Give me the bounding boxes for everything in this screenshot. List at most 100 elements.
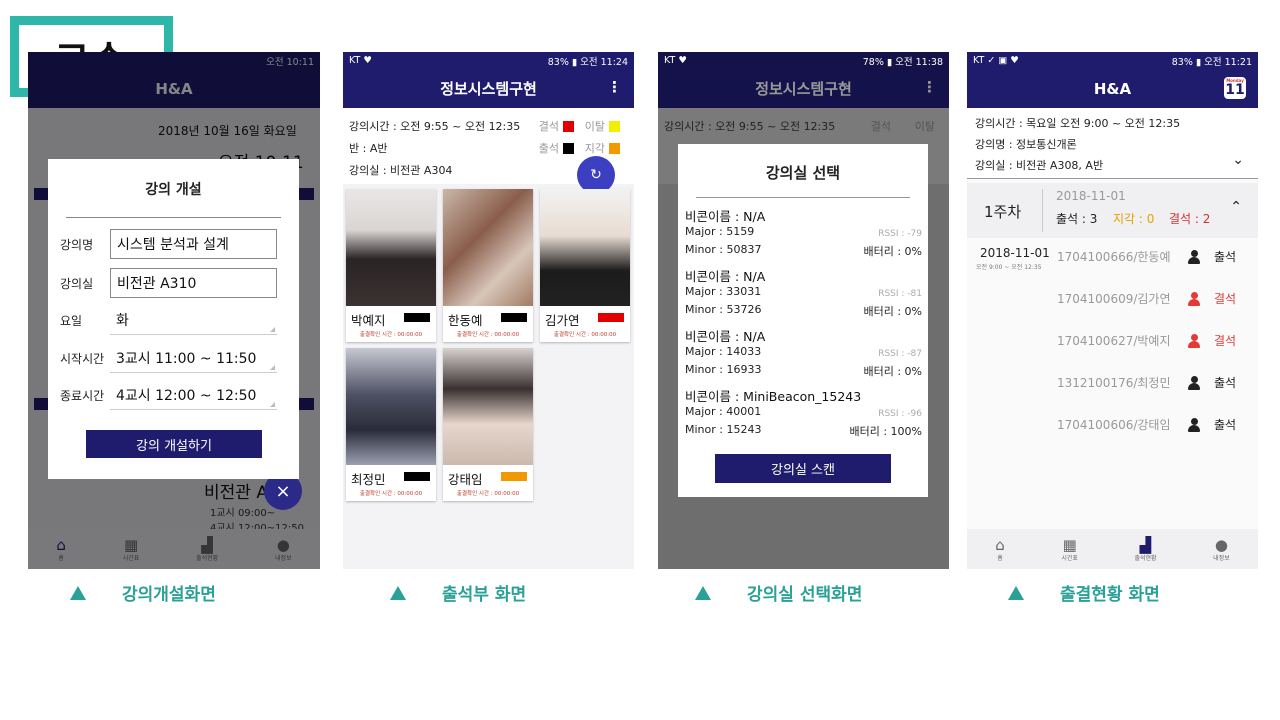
record-row[interactable]: 1704100627/박예지 결석 <box>967 332 1258 362</box>
status-flag-icon <box>404 313 436 322</box>
field-label: 시작시간 <box>60 351 105 366</box>
triangle-icon <box>390 585 406 600</box>
student-card[interactable]: 최정민 출결확인 시간 : 00:00:00 <box>346 348 436 501</box>
caption-3: 강의실 선택화면 <box>695 580 862 605</box>
week-label: 1주차 <box>984 203 1022 221</box>
beacon-item[interactable]: 비콘이름 : N/A Major : 5159 RSSI : -79 Minor… <box>685 206 922 262</box>
late-count: 지각 : 0 <box>1113 212 1155 226</box>
app-bar: 정보시스템구현 ⋮ <box>658 69 949 108</box>
nav-attendance[interactable]: ▟ 출석현황 <box>1135 537 1157 562</box>
record-row[interactable]: 1704100609/김가연 결석 <box>967 290 1258 320</box>
carrier: KT ♥ <box>664 55 687 66</box>
caption-4: 출결현황 화면 <box>1008 580 1160 605</box>
absent-count: 결석 : 2 <box>1169 212 1211 226</box>
lecture-info: 강의시간 : 목요일 오전 9:00 ~ 오전 12:35 강의명 : 정보통신… <box>967 108 1258 179</box>
nav-profile[interactable]: ● 내정보 <box>1213 537 1230 562</box>
student-photo <box>346 189 436 306</box>
person-icon <box>1188 334 1200 348</box>
class-name: 반 : A반 <box>349 142 388 155</box>
end-time-row: 종료시간 4교시 12:00 ~ 12:50 <box>60 380 277 410</box>
course-room-input[interactable]: 비전관 A310 <box>110 268 277 298</box>
dropdown-caret-icon <box>270 327 275 332</box>
close-icon: × <box>275 480 291 502</box>
check-time: 출결확인 시간 : 00:00:00 <box>359 491 423 497</box>
dialog-title: 강의실 선택 <box>765 164 841 182</box>
status-bar: KT ♥ 83% ▮ 오전 11:24 <box>343 52 634 69</box>
status-info: 78% ▮ 오전 11:38 <box>862 56 943 68</box>
divider <box>1042 189 1043 232</box>
room-name: 강의실 : 비전관 A304 <box>349 164 453 177</box>
legend-leave: 이탈 <box>585 118 620 134</box>
start-time-select[interactable]: 3교시 11:00 ~ 11:50 <box>110 343 277 373</box>
chevron-down-icon[interactable]: ⌄ <box>1232 152 1244 168</box>
dialog-title: 강의 개설 <box>145 182 202 198</box>
week-date: 2018-11-01 <box>1056 189 1126 203</box>
triangle-icon <box>695 585 711 600</box>
course-room-row: 강의실 비전관 A310 <box>60 268 277 298</box>
student-photo <box>346 348 436 465</box>
room-scan-button[interactable]: 강의실 스캔 <box>715 454 891 483</box>
home-icon: ⌂ <box>995 535 1005 554</box>
person-icon <box>1188 418 1200 432</box>
day-select[interactable]: 화 <box>110 305 277 335</box>
divider <box>66 217 281 218</box>
carrier: KT ♥ <box>349 55 372 66</box>
student-card[interactable]: 김가연 출결확인 시간 : 00:00:00 <box>540 189 630 342</box>
more-menu-icon[interactable]: ⋮ <box>922 78 937 96</box>
lecture-time: 강의시간 : 오전 9:55 ~ 오전 12:35 <box>349 120 521 133</box>
screen-attendance-book: KT ♥ 83% ▮ 오전 11:24 정보시스템구현 ⋮ 강의시간 : 오전 … <box>343 52 634 569</box>
student-photo <box>443 189 533 306</box>
nav-timetable[interactable]: ▦ 시간표 <box>1061 537 1078 562</box>
status-flag-icon <box>501 472 533 481</box>
screen-attendance-status: KT ✓ ▣ ♥ 83% ▮ 오전 11:21 H&A Monday 11 강의… <box>967 52 1258 569</box>
room-select-dialog: 강의실 선택 비콘이름 : N/A Major : 5159 RSSI : -7… <box>678 144 928 497</box>
record-row[interactable]: 1312100176/최정민 출석 <box>967 374 1258 404</box>
nav-home[interactable]: ⌂ 홈 <box>995 537 1005 562</box>
record-row[interactable]: 1704100666/한동예 출석 <box>967 248 1258 278</box>
app-title: H&A <box>1093 79 1132 98</box>
person-icon: ● <box>1214 535 1228 554</box>
app-bar: 정보시스템구현 ⋮ <box>343 69 634 108</box>
day-row: 요일 화 <box>60 305 277 335</box>
end-time-select[interactable]: 4교시 12:00 ~ 12:50 <box>110 380 277 410</box>
more-menu-icon[interactable]: ⋮ <box>607 78 622 96</box>
screen-course-creation: 오전 10:11 H&A 2018년 10월 16일 화요일 오전 10:11 … <box>28 52 320 569</box>
student-card[interactable]: 박예지 출결확인 시간 : 00:00:00 <box>346 189 436 342</box>
beacon-item[interactable]: 비콘이름 : MiniBeacon_15243 Major : 40001 RS… <box>685 386 922 442</box>
record-row[interactable]: 1704100606/강태임 출석 <box>967 416 1258 446</box>
student-card[interactable]: 한동예 출결확인 시간 : 00:00:00 <box>443 189 533 342</box>
calendar-icon: ▦ <box>1062 535 1077 554</box>
beacon-item[interactable]: 비콘이름 : N/A Major : 14033 RSSI : -87 Mino… <box>685 326 922 382</box>
caption-1: 강의개설화면 <box>70 580 216 605</box>
course-name-input[interactable]: 시스템 분석과 설계 <box>110 229 277 259</box>
triangle-icon <box>70 585 86 600</box>
week-header[interactable]: 1주차 2018-11-01 출석 : 3 지각 : 0 결석 : 2 ⌃ <box>967 183 1258 238</box>
student-card[interactable]: 강태임 출결확인 시간 : 00:00:00 <box>443 348 533 501</box>
app-bar: H&A Monday 11 <box>967 69 1258 108</box>
legend-absent: 결석 <box>539 118 574 134</box>
check-time: 출결확인 시간 : 00:00:00 <box>359 332 423 338</box>
caption-2: 출석부 화면 <box>390 580 526 605</box>
beacon-item[interactable]: 비콘이름 : N/A Major : 33031 RSSI : -81 Mino… <box>685 266 922 322</box>
dropdown-caret-icon <box>270 365 275 370</box>
create-course-button[interactable]: 강의 개설하기 <box>86 430 262 458</box>
lecture-time: 강의시간 : 목요일 오전 9:00 ~ 오전 12:35 <box>975 117 1181 130</box>
field-label: 강의실 <box>60 276 94 291</box>
present-count: 출석 : 3 <box>1056 212 1098 226</box>
student-photo <box>540 189 630 306</box>
person-icon <box>1188 292 1200 306</box>
student-name: 김가연 <box>545 313 580 328</box>
refresh-icon: ↻ <box>590 167 602 183</box>
chevron-up-icon[interactable]: ⌃ <box>1230 199 1242 215</box>
start-time-row: 시작시간 3교시 11:00 ~ 11:50 <box>60 343 277 373</box>
status-info: 83% ▮ 오전 11:21 <box>1171 56 1252 68</box>
chart-icon: ▟ <box>1139 535 1152 554</box>
student-photo <box>443 348 533 465</box>
calendar-icon[interactable]: Monday 11 <box>1224 77 1246 99</box>
check-time: 출결확인 시간 : 00:00:00 <box>553 332 617 338</box>
legend-late: 지각 <box>585 140 620 156</box>
field-label: 요일 <box>60 313 83 328</box>
lecture-name: 강의명 : 정보통신개론 <box>975 138 1077 151</box>
status-flag-icon <box>501 313 533 322</box>
student-name: 강태임 <box>448 472 483 487</box>
